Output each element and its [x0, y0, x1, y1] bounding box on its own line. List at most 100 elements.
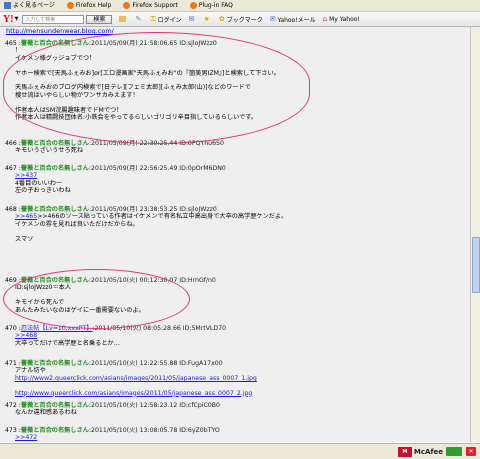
pencil-icon: ✎ — [135, 15, 142, 23]
post-line: イケメンの雰を見れば良いただけだからね。 — [15, 220, 139, 228]
image-link[interactable]: http://www.queerclick.com/asians/images/… — [15, 390, 257, 397]
toolbar-pencil-button[interactable]: ✎ — [135, 15, 143, 23]
post-number[interactable]: 473 : — [5, 427, 21, 434]
home-icon: ⌂ — [322, 15, 328, 23]
post-line: 左の子おっきいわね — [15, 187, 71, 195]
key-icon: ⚿ — [150, 14, 156, 23]
post-line: キモいうざいうせろ死ね — [15, 147, 84, 155]
safety-indicator-icon[interactable] — [446, 447, 462, 456]
poster-name: 薔薇と百合の名無しさん — [20, 40, 89, 47]
bookmark-icon: ✿ — [218, 15, 225, 23]
vertical-scrollbar[interactable] — [470, 27, 480, 442]
page-icon — [4, 2, 11, 9]
bookmark-button[interactable]: ✿ ブックマーク — [219, 15, 263, 24]
bookmarks-toolbar: よく見るページ Firefox Help Firefox Support Plu… — [0, 0, 480, 12]
bookmark-label: Firefox Help — [75, 2, 112, 9]
post-473: 473 : 薔薇と百合の名無しさん :2011/05/10(火) 13:08:0… — [5, 427, 220, 442]
firefox-icon — [189, 2, 197, 9]
post-466: 466 : 薔薇と百合の名無しさん :2011/05/09(月) 22:30:2… — [5, 140, 224, 155]
post-line: 大卒ってだけで高学歴と名乗るとか… — [15, 339, 120, 347]
post-body: キモいうざいうせろ死ね — [5, 147, 224, 154]
scrollbar-thumb[interactable] — [472, 237, 480, 293]
post-meta: :2011/05/10(火) 13:08:05.78 ID:6yZ0bTYO — [88, 427, 220, 434]
chevron-down-icon[interactable]: ▼ — [15, 16, 19, 22]
post-465: 465 : 薔薇と百合の名無しさん :2011/05/09(月) 21:58:0… — [5, 40, 280, 121]
firefox-icon — [123, 2, 131, 9]
reply-anchor-link[interactable]: >>468 — [15, 332, 226, 339]
my-yahoo-label: My Yahoo! — [329, 15, 360, 23]
post-line: 作者本人はSM浣腸趣味者でドMでつ！ — [15, 106, 123, 114]
bookmark-firefox-support[interactable]: Firefox Support — [123, 0, 178, 11]
post-meta: :2011/05/10(火) 12:58:23.12 ID:cfCpiC0B0 — [88, 402, 220, 409]
toolbar-star-button[interactable]: ★ — [204, 15, 212, 23]
post-number[interactable]: 465 : — [5, 40, 21, 47]
post-body: なんか違和感あるわね — [5, 409, 220, 416]
post-header: 470 : 忍法帖【Lv=10,xxxPT】 :2011/05/10(火) 08… — [5, 325, 226, 332]
login-label: ログイン — [157, 16, 182, 24]
post-meta: :2011/05/10(火) 08:05:28.66 ID:5MrtVLD70 — [92, 325, 227, 332]
poster-name: 薔薇と百合の名無しさん — [20, 427, 89, 434]
mcafee-label: McAfee — [413, 447, 443, 456]
post-body: >>437 4番目のいいわー 左の子おっきいわね — [5, 172, 226, 194]
bookmark-label: Firefox Support — [132, 2, 178, 9]
login-button[interactable]: ⚿ ログイン — [150, 15, 181, 24]
star-icon: ★ — [203, 15, 210, 23]
toolbar-folder-button[interactable] — [119, 16, 128, 22]
post-header: 467 : 薔薇と百合の名無しさん :2011/05/09(月) 22:56:2… — [5, 165, 226, 172]
post-meta: :2011/05/09(月) 22:30:25.44 ID:0PQYnu6S0 — [88, 140, 224, 147]
post-body: >>465>>466のソース貼っている作者はイケメンで有名私立中高出身で大卒の高… — [5, 213, 287, 243]
my-yahoo-button[interactable]: ⌂ My Yahoo! — [323, 15, 360, 23]
bookmark-label: Plug-in FAQ — [198, 2, 233, 9]
post-line: >>466のソース貼っている作者はイケメンで有名私立中高出身で大卒の高学歴ケンだ… — [37, 213, 288, 221]
status-bar: M McAfee ✕ — [0, 443, 480, 459]
mcafee-shield-icon: M — [397, 446, 412, 457]
mcafee-widget[interactable]: M McAfee ✕ — [397, 446, 476, 457]
mail-icon: ✉ — [269, 15, 276, 23]
toolbar-mail-button[interactable]: ✉ — [189, 15, 197, 23]
post-header: 473 : 薔薇と百合の名無しさん :2011/05/10(火) 13:08:0… — [5, 427, 220, 434]
post-header: 465 : 薔薇と百合の名無しさん :2011/05/09(月) 21:58:0… — [5, 40, 280, 47]
post-470: 470 : 忍法帖【Lv=10,xxxPT】 :2011/05/10(火) 08… — [5, 325, 226, 347]
reply-anchor-link[interactable]: >>437 — [15, 172, 226, 179]
top-link[interactable]: http://mensundenwear.blog.com/ — [6, 27, 114, 35]
post-line: 天馬ふぇみおのブログ内検索で[日テレ][フェミ太郎][ふぇみ太郎(山)]などのワ… — [15, 84, 251, 92]
folder-icon — [119, 16, 127, 22]
yahoo-toolbar: Y! ▼ 入力して検索 検索 ✎ ⚿ ログイン ✉ ★ ✿ ブックマーク ✉ Y… — [0, 12, 480, 27]
post-469: 469 : 薔薇と百合の名無しさん :2011/05/10(火) 00:12:3… — [5, 277, 216, 314]
post-line: あんたみたいなのはゲイに一番需要ないのよ。 — [15, 306, 145, 314]
post-line: ！ — [15, 47, 22, 55]
firefox-icon — [66, 2, 74, 9]
thread-content: http://mensundenwear.blog.com/ 465 : 薔薇と… — [0, 27, 470, 442]
post-line: キモイから死んで — [15, 299, 65, 307]
bookmark-plugin-faq[interactable]: Plug-in FAQ — [189, 0, 233, 11]
yahoo-mail-button[interactable]: ✉ Yahoo!メール — [270, 15, 316, 24]
post-line: スマソ — [15, 235, 34, 243]
bookmark-tool-label: ブックマーク — [226, 16, 263, 24]
image-link[interactable]: http://www2.queerclick.com/asians/images… — [15, 375, 257, 382]
post-472: 472 : 薔薇と百合の名無しさん :2011/05/10(火) 12:58:2… — [5, 402, 220, 417]
search-button[interactable]: 検索 — [86, 14, 113, 24]
poster-name: 薔薇と百合の名無しさん — [20, 165, 89, 172]
bookmark-frequent[interactable]: よく見るページ — [4, 0, 55, 11]
post-line: イケメン様グッジョブでつ！ — [15, 54, 96, 62]
post-body: >>468 大卒ってだけで高学歴と名乗るとか… — [5, 332, 226, 347]
post-line: アナル坊や — [15, 367, 46, 375]
post-body: ID:sjloJWzz0＝本人 キモイから死んで あんたみたいなのはゲイに一番需… — [5, 284, 216, 314]
post-number[interactable]: 467 : — [5, 165, 21, 172]
post-line: 捜せ流はいやらしい物がワンサカみえます！ — [15, 91, 139, 99]
post-meta: :2011/05/10(火) 12:22:55.88 ID:FugA17x00 — [88, 360, 223, 367]
close-icon[interactable]: ✕ — [466, 447, 476, 456]
post-number[interactable]: 470 : — [5, 325, 21, 332]
post-line: ID:sjloJWzz0＝本人 — [15, 284, 72, 292]
post-468: 468 : 薔薇と百合の名無しさん :2011/05/09(月) 23:38:5… — [5, 206, 287, 243]
poster-name[interactable]: 忍法帖【Lv=10,xxxPT】 — [21, 325, 93, 332]
post-body: >>472 — [5, 434, 220, 441]
post-body: ！ イケメン様グッジョブでつ！ ヤホー検索で[天馬ふぇみお]or[エロ漫画家"天… — [5, 47, 280, 121]
reply-anchor-link[interactable]: >>472 — [15, 434, 220, 441]
yahoo-logo[interactable]: Y! — [3, 14, 14, 25]
mail-icon: ✉ — [188, 15, 195, 23]
bookmark-firefox-help[interactable]: Firefox Help — [66, 0, 112, 11]
reply-anchor-link[interactable]: >>465 — [15, 213, 37, 220]
post-meta: :2011/05/09(月) 21:58:06.65 ID:sjloJWzz0 — [88, 40, 217, 47]
search-input[interactable]: 入力して検索 — [22, 14, 85, 24]
